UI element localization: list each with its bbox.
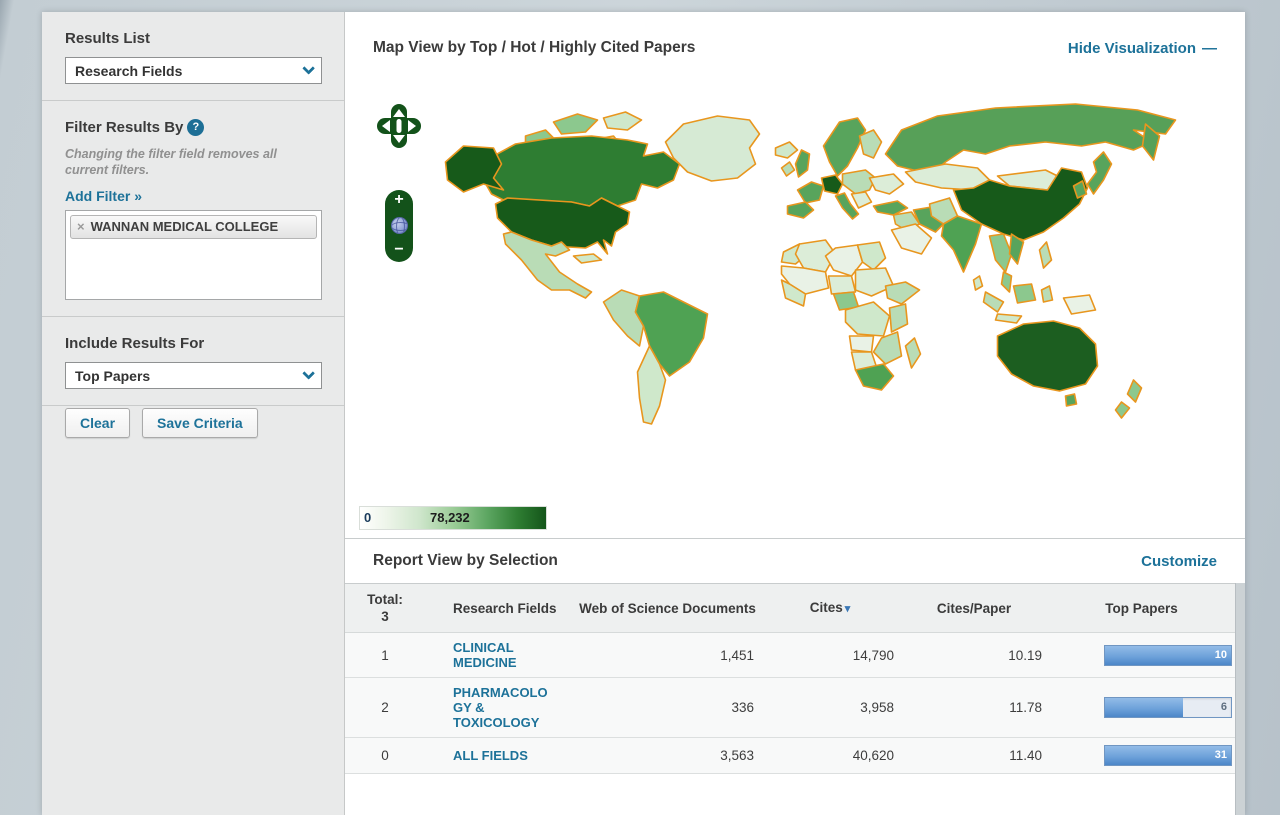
top-papers-bar-fill bbox=[1105, 646, 1231, 665]
filter-chip-label: WANNAN MEDICAL COLLEGE bbox=[91, 219, 279, 234]
minus-icon: — bbox=[1202, 40, 1217, 57]
column-header-top-papers: Top Papers bbox=[1048, 584, 1235, 633]
field-link-all-fields[interactable]: ALL FIELDS bbox=[453, 748, 528, 763]
results-list-heading: Results List bbox=[65, 30, 322, 47]
filter-note: Changing the filter field removes all cu… bbox=[65, 146, 322, 178]
row-rank: 1 bbox=[345, 633, 425, 678]
include-results-select[interactable]: Top Papers bbox=[65, 362, 322, 389]
results-list-section: Results List Research Fields bbox=[42, 12, 344, 101]
globe-reset-icon[interactable] bbox=[391, 217, 408, 234]
help-icon[interactable]: ? bbox=[187, 119, 204, 136]
results-list-select[interactable]: Research Fields bbox=[65, 57, 322, 84]
column-header-cites-sort[interactable]: Cites▾ bbox=[760, 584, 900, 633]
report-title: Report View by Selection bbox=[373, 552, 558, 570]
row-documents: 3,563 bbox=[575, 738, 760, 774]
report-scrollbar[interactable] bbox=[1235, 583, 1245, 815]
world-map-choropleth[interactable] bbox=[345, 84, 1245, 504]
row-rank: 2 bbox=[345, 678, 425, 738]
map-pan-control[interactable] bbox=[375, 102, 423, 150]
row-cites-per-paper: 11.78 bbox=[900, 678, 1048, 738]
legend-max-value: 78,232 bbox=[430, 510, 470, 525]
column-header-research-fields: Research Fields bbox=[425, 584, 575, 633]
map-title: Map View by Top / Hot / Highly Cited Pap… bbox=[373, 39, 695, 57]
filter-results-label: Filter Results By bbox=[65, 119, 183, 136]
field-link-clinical-medicine[interactable]: CLINICAL MEDICINE bbox=[453, 640, 557, 670]
hide-visualization-link[interactable]: Hide Visualization — bbox=[1068, 40, 1217, 57]
main-panel: Map View by Top / Hot / Highly Cited Pap… bbox=[345, 12, 1245, 815]
top-papers-bar-fill bbox=[1105, 746, 1231, 765]
include-results-selected-value: Top Papers bbox=[75, 368, 150, 384]
table-row: 0 ALL FIELDS 3,563 40,620 11.40 31 bbox=[345, 738, 1235, 774]
add-filter-link[interactable]: Add Filter » bbox=[65, 188, 142, 204]
row-documents: 1,451 bbox=[575, 633, 760, 678]
table-row: 2 PHARMACOLOGY & TOXICOLOGY 336 3,958 11… bbox=[345, 678, 1235, 738]
clear-button[interactable]: Clear bbox=[65, 408, 130, 438]
legend-min-value: 0 bbox=[364, 510, 371, 525]
map-zoom-control[interactable]: + − bbox=[385, 190, 413, 262]
row-rank: 0 bbox=[345, 738, 425, 774]
chevron-down-icon bbox=[302, 367, 315, 380]
save-criteria-button[interactable]: Save Criteria bbox=[142, 408, 258, 438]
hide-visualization-label: Hide Visualization bbox=[1068, 40, 1196, 57]
filter-results-heading: Filter Results By? bbox=[65, 119, 322, 136]
filter-results-section: Filter Results By? Changing the filter f… bbox=[42, 101, 344, 317]
chevron-down-icon bbox=[302, 62, 315, 75]
row-documents: 336 bbox=[575, 678, 760, 738]
report-table-header-row: Total: 3 Research Fields Web of Science … bbox=[345, 584, 1235, 633]
table-row: 1 CLINICAL MEDICINE 1,451 14,790 10.19 1… bbox=[345, 633, 1235, 678]
row-cites-per-paper: 10.19 bbox=[900, 633, 1048, 678]
column-header-cites-per-paper: Cites/Paper bbox=[900, 584, 1048, 633]
remove-filter-icon[interactable]: × bbox=[77, 219, 85, 234]
column-header-wos-documents: Web of Science Documents bbox=[575, 584, 760, 633]
top-papers-bar: 31 bbox=[1104, 745, 1232, 766]
results-list-selected-value: Research Fields bbox=[75, 63, 182, 79]
row-cites: 14,790 bbox=[760, 633, 900, 678]
choropleth-legend-gradient: 0 78,232 bbox=[359, 506, 547, 530]
top-papers-value: 10 bbox=[1215, 649, 1227, 661]
top-papers-value: 31 bbox=[1215, 749, 1227, 761]
row-cites: 3,958 bbox=[760, 678, 900, 738]
zoom-in-icon[interactable]: + bbox=[394, 193, 403, 207]
total-label: Total: bbox=[349, 591, 421, 608]
customize-link[interactable]: Customize bbox=[1141, 553, 1217, 570]
active-filters-list: × WANNAN MEDICAL COLLEGE bbox=[65, 210, 322, 300]
map-navigation-controls: + − bbox=[375, 102, 435, 150]
top-papers-bar: 6 bbox=[1104, 697, 1232, 718]
sidebar-actions: Clear Save Criteria bbox=[42, 406, 344, 454]
app-content: Results List Research Fields Filter Resu… bbox=[42, 12, 1245, 815]
map-legend-row: 0 78,232 bbox=[345, 504, 1245, 538]
field-link-pharmacology-toxicology[interactable]: PHARMACOLOGY & TOXICOLOGY bbox=[453, 685, 557, 730]
total-header: Total: 3 bbox=[345, 584, 425, 633]
zoom-out-icon[interactable]: − bbox=[394, 243, 403, 257]
map-panel-header: Map View by Top / Hot / Highly Cited Pap… bbox=[345, 12, 1245, 84]
report-table: Total: 3 Research Fields Web of Science … bbox=[345, 583, 1235, 774]
report-panel: Report View by Selection Customize Total… bbox=[345, 538, 1245, 815]
filter-chip-wannan-medical-college[interactable]: × WANNAN MEDICAL COLLEGE bbox=[70, 215, 317, 239]
row-cites: 40,620 bbox=[760, 738, 900, 774]
row-cites-per-paper: 11.40 bbox=[900, 738, 1048, 774]
total-value: 3 bbox=[349, 608, 421, 625]
top-papers-value: 6 bbox=[1221, 701, 1227, 713]
cites-label: Cites bbox=[810, 600, 843, 615]
filters-sidebar: Results List Research Fields Filter Resu… bbox=[42, 12, 345, 815]
sort-desc-icon: ▾ bbox=[845, 603, 851, 615]
top-papers-bar-fill bbox=[1105, 698, 1183, 717]
include-results-heading: Include Results For bbox=[65, 335, 322, 352]
include-results-section: Include Results For Top Papers bbox=[42, 317, 344, 406]
world-map-area: + − bbox=[345, 84, 1245, 504]
top-papers-bar: 10 bbox=[1104, 645, 1232, 666]
report-panel-header: Report View by Selection Customize bbox=[345, 539, 1245, 583]
